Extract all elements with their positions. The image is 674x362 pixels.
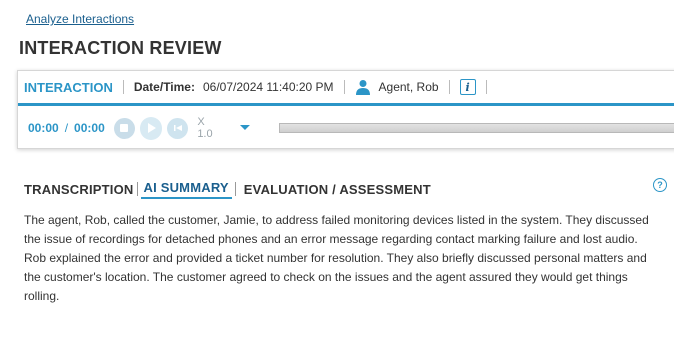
- tab-divider: [234, 182, 236, 196]
- person-icon: [355, 80, 370, 95]
- rewind-icon: [173, 125, 182, 131]
- tab-divider: [136, 182, 138, 196]
- time-separator: /: [64, 121, 69, 135]
- tab-evaluation-assessment[interactable]: EVALUATION / ASSESSMENT: [244, 182, 431, 199]
- ai-summary-text: The agent, Rob, called the customer, Jam…: [24, 213, 649, 303]
- interaction-header: INTERACTION Date/Time: 06/07/2024 11:40:…: [18, 71, 674, 106]
- tab-transcription[interactable]: TRANSCRIPTION: [24, 182, 134, 199]
- divider: [485, 80, 487, 94]
- playback-speed: X 1.0: [197, 116, 213, 140]
- progress-bar[interactable]: [278, 123, 674, 133]
- datetime-label: Date/Time:: [133, 80, 195, 94]
- current-time: 00:00: [28, 121, 59, 135]
- page-title: INTERACTION REVIEW: [19, 38, 222, 58]
- divider: [448, 80, 450, 94]
- help-icon[interactable]: ?: [653, 178, 667, 192]
- divider: [122, 80, 124, 94]
- divider: [343, 80, 345, 94]
- breadcrumb-analyze-interactions-link[interactable]: Analyze Interactions: [26, 12, 134, 26]
- media-player: 00:00 / 00:00 X 1.0: [18, 109, 674, 147]
- tab-bar: TRANSCRIPTION AI SUMMARY EVALUATION / AS…: [24, 179, 674, 199]
- play-icon: [148, 123, 157, 133]
- rewind-button[interactable]: [167, 117, 189, 139]
- stop-button[interactable]: [113, 117, 135, 139]
- interaction-title: INTERACTION: [24, 79, 113, 95]
- total-time: 00:00: [74, 121, 105, 135]
- info-icon[interactable]: i: [459, 79, 476, 95]
- play-button[interactable]: [139, 116, 163, 140]
- datetime-value: 06/07/2024 11:40:20 PM: [202, 80, 334, 94]
- stop-icon: [120, 124, 129, 132]
- agent-name: Agent, Rob: [378, 80, 439, 94]
- tab-ai-summary[interactable]: AI SUMMARY: [140, 180, 232, 199]
- interaction-card: INTERACTION Date/Time: 06/07/2024 11:40:…: [17, 70, 674, 149]
- chevron-down-icon[interactable]: [239, 124, 251, 132]
